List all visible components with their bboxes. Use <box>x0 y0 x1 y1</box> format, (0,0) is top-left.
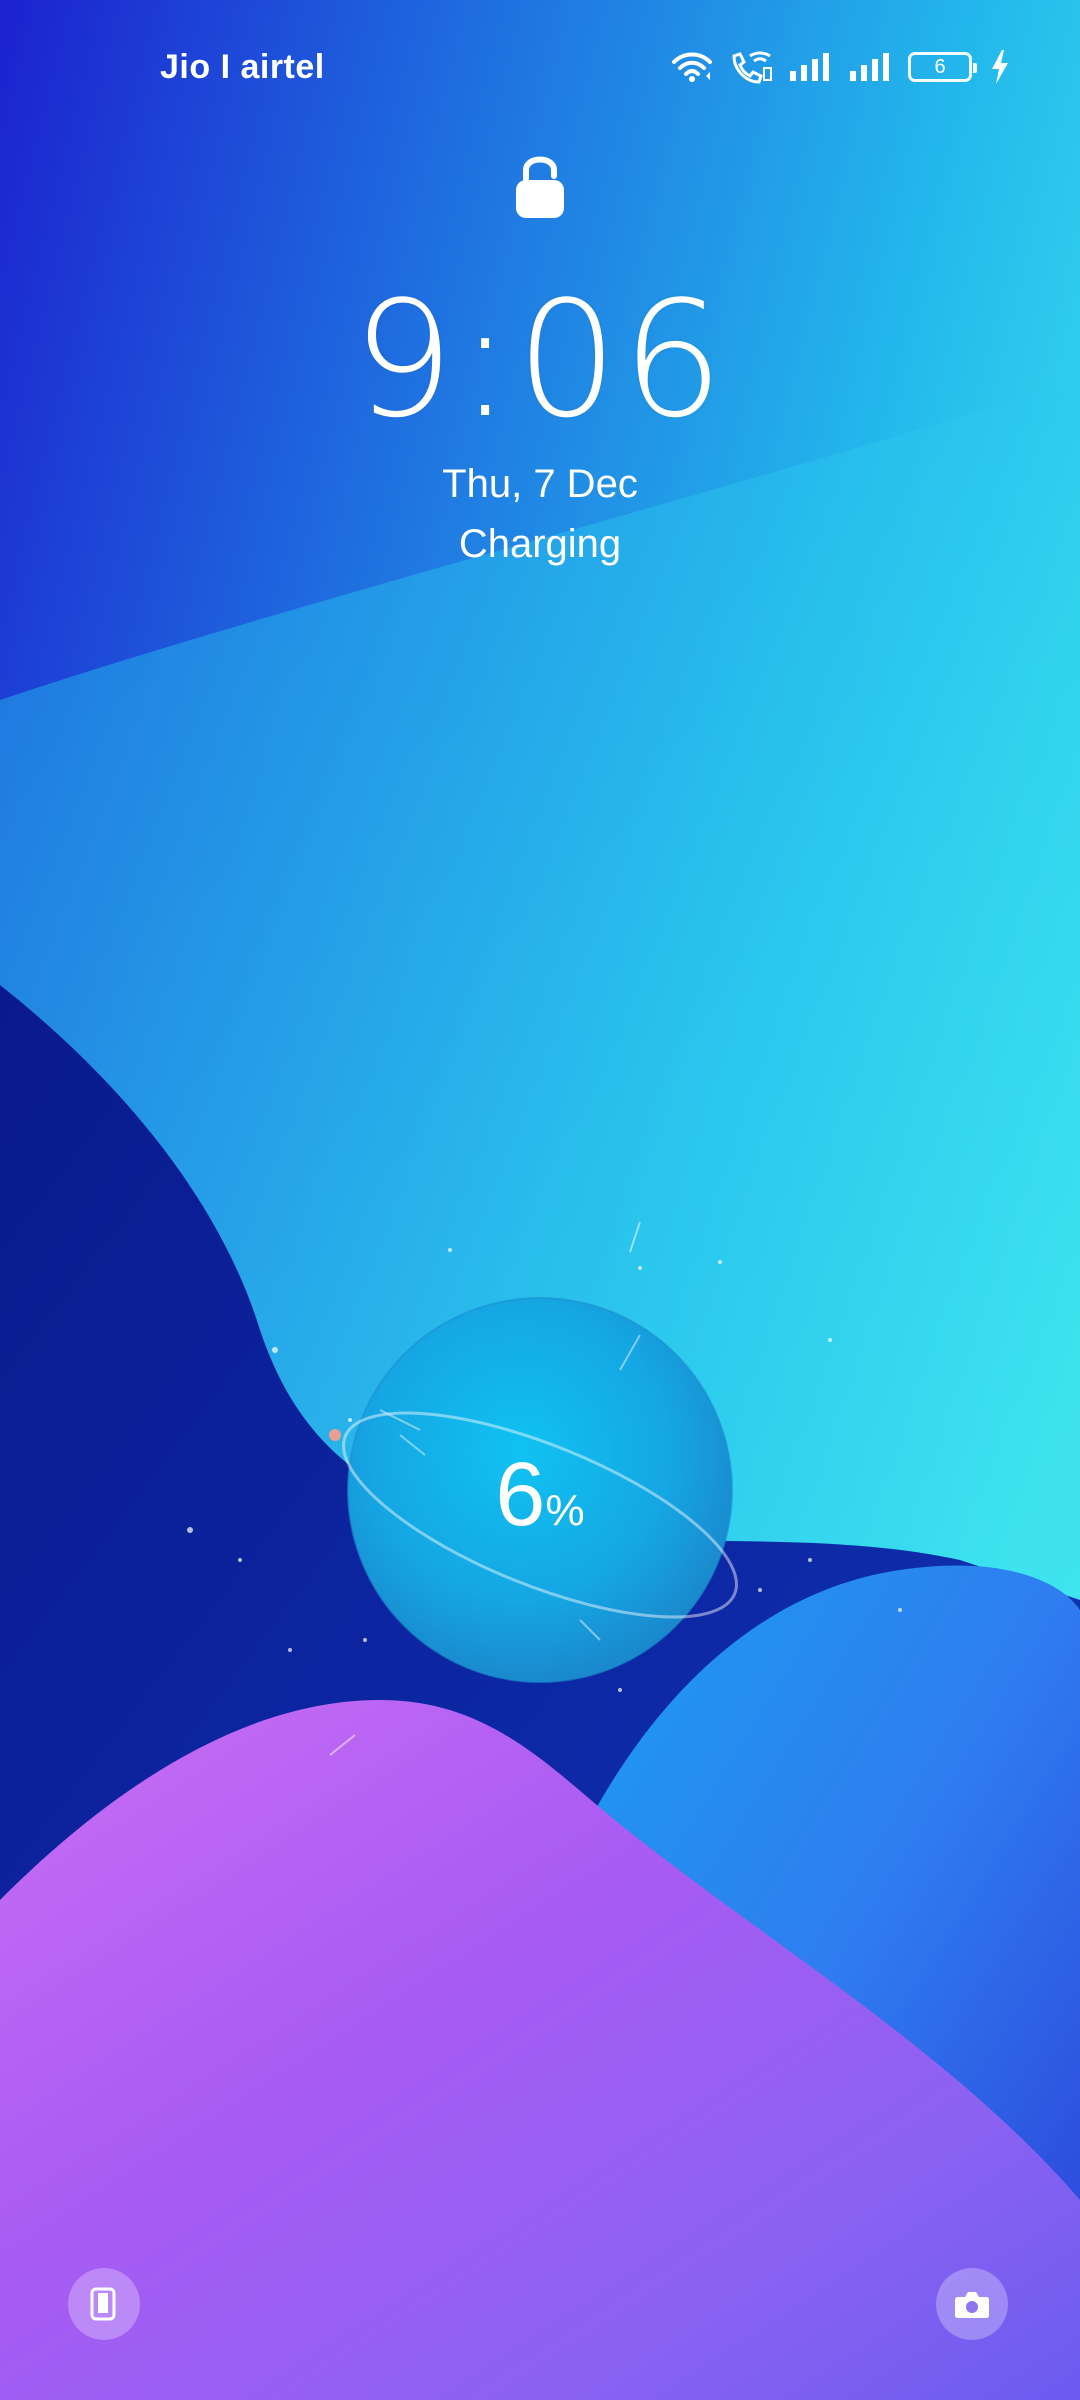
charging-bolt-icon <box>992 50 1008 84</box>
battery-percent: 6% <box>0 1445 1080 1561</box>
battery-percent-value: 6 <box>495 1445 546 1545</box>
clock-time: 9:06 <box>352 266 728 453</box>
charging-status: Charging <box>458 522 622 566</box>
battery-icon: 6 <box>908 52 977 82</box>
camera-icon <box>955 2292 989 2318</box>
status-icons: 6 <box>670 50 1010 84</box>
lock-screen: Jio I airtel 6 9:06 Thu, 7 Dec Charging … <box>0 0 1080 2400</box>
phone-shortcut-button[interactable] <box>68 2268 140 2340</box>
signal-icon <box>850 53 889 81</box>
date-label: Thu, 7 Dec <box>442 462 638 506</box>
camera-shortcut-button[interactable] <box>936 2268 1008 2340</box>
battery-percent-unit: % <box>545 1486 585 1535</box>
phone-icon <box>90 2287 116 2321</box>
status-bar: Jio I airtel 6 <box>0 0 1080 140</box>
signal-icon <box>790 53 829 81</box>
wifi-icon <box>672 52 712 82</box>
lock-icon[interactable] <box>512 150 568 222</box>
battery-level: 6 <box>934 55 946 78</box>
carrier-label: Jio I airtel <box>160 48 325 86</box>
wifi-calling-icon <box>732 51 772 84</box>
